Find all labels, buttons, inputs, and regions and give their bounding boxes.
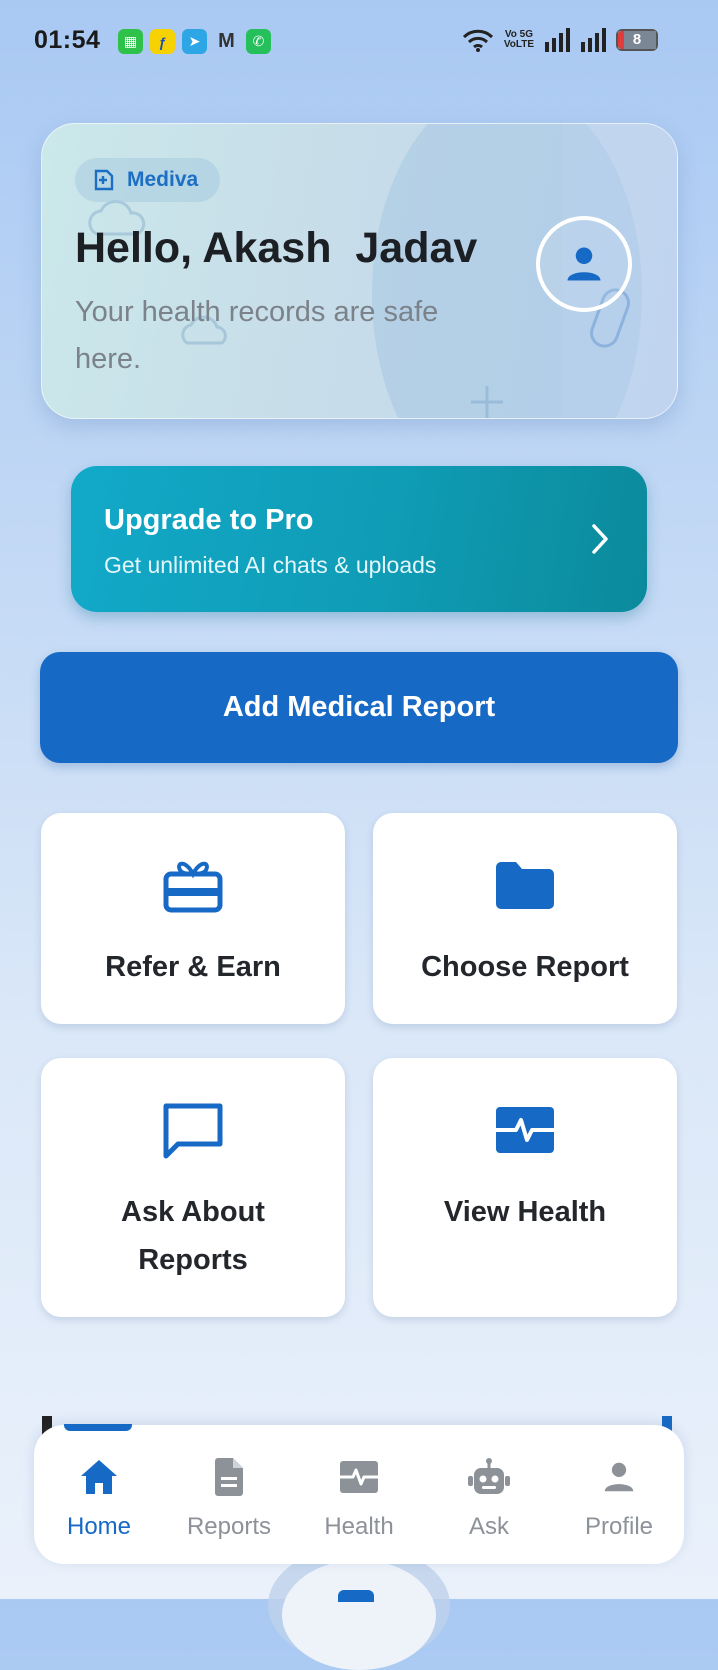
nav-label: Profile bbox=[584, 1513, 654, 1540]
upgrade-title: Upgrade to Pro bbox=[104, 504, 314, 536]
greeting-subtitle: Your health records are safe here. bbox=[75, 296, 439, 375]
signal-icon-2 bbox=[581, 28, 606, 52]
upgrade-subtitle: Get unlimited AI chats & uploads bbox=[104, 552, 437, 578]
robot-icon bbox=[467, 1455, 511, 1499]
notification-icons: ▦ ƒ ➤ M ✆ bbox=[118, 29, 271, 54]
document-icon bbox=[213, 1455, 245, 1499]
chat-icon bbox=[162, 1098, 224, 1162]
nav-item-home[interactable]: Home bbox=[34, 1425, 164, 1564]
refer-earn-tile[interactable]: Refer & Earn bbox=[41, 813, 345, 1024]
nav-label: Reports bbox=[186, 1513, 272, 1540]
view-health-tile[interactable]: View Health bbox=[373, 1058, 677, 1317]
nav-item-ask[interactable]: Ask bbox=[424, 1425, 554, 1564]
nav-label: Health bbox=[324, 1513, 394, 1540]
mediva-logo-icon bbox=[94, 169, 114, 191]
gmail-icon: M bbox=[218, 30, 235, 52]
brand-name: Mediva bbox=[127, 168, 199, 191]
person-icon bbox=[600, 1455, 638, 1499]
nav-item-reports[interactable]: Reports bbox=[164, 1425, 294, 1564]
nav-item-profile[interactable]: Profile bbox=[554, 1425, 684, 1564]
nav-label: Ask bbox=[468, 1513, 509, 1540]
tile-label: Choose Report bbox=[421, 951, 629, 983]
whatsapp-icon: ✆ bbox=[246, 29, 271, 54]
nav-item-health[interactable]: Health bbox=[294, 1425, 424, 1564]
network-type: Vo 5G VoLTE bbox=[503, 29, 534, 50]
telegram-icon: ➤ bbox=[182, 29, 207, 54]
choose-report-tile[interactable]: Choose Report bbox=[373, 813, 677, 1024]
wifi-icon bbox=[462, 29, 493, 52]
profile-avatar-button[interactable] bbox=[536, 216, 632, 312]
bottom-navigation: Home Reports Health Ask Profile bbox=[34, 1424, 684, 1564]
clock: 01:54 bbox=[34, 26, 101, 54]
app-notification-icon: ▦ bbox=[118, 29, 143, 54]
tile-label: View Health bbox=[443, 1196, 607, 1228]
battery-icon: 8 bbox=[616, 29, 658, 51]
ask-about-reports-tile[interactable]: Ask About Reports bbox=[41, 1058, 345, 1317]
upgrade-pro-banner[interactable]: Upgrade to Pro Get unlimited AI chats & … bbox=[71, 466, 647, 612]
nav-label: Home bbox=[66, 1513, 132, 1540]
heartbeat-icon bbox=[339, 1455, 379, 1499]
fab-icon bbox=[338, 1590, 374, 1602]
home-icon bbox=[79, 1455, 119, 1499]
chevron-right-icon bbox=[592, 524, 608, 554]
system-status: Vo 5G VoLTE 8 bbox=[462, 28, 658, 52]
folder-icon bbox=[494, 853, 556, 917]
greeting-card: Mediva Hello, Akash Jadav Your health re… bbox=[41, 123, 678, 419]
tile-label: Ask About Reports bbox=[121, 1196, 265, 1276]
battery-level bbox=[618, 31, 624, 49]
gift-icon bbox=[162, 853, 224, 917]
flipkart-icon: ƒ bbox=[150, 29, 175, 54]
active-tab-indicator bbox=[64, 1424, 132, 1431]
add-medical-report-button[interactable]: Add Medical Report bbox=[40, 652, 678, 763]
greeting-title: Hello, Akash Jadav bbox=[75, 224, 478, 272]
status-bar: 01:54 ▦ ƒ ➤ M ✆ Vo 5G VoLTE 8 bbox=[0, 0, 718, 84]
person-icon bbox=[567, 247, 601, 281]
tile-label: Refer & Earn bbox=[105, 951, 281, 983]
cross-decoration-icon bbox=[471, 386, 503, 418]
brand-badge: Mediva bbox=[75, 158, 221, 202]
heartbeat-icon bbox=[494, 1098, 556, 1162]
center-fab-button[interactable] bbox=[282, 1560, 436, 1670]
signal-icon bbox=[545, 28, 570, 52]
